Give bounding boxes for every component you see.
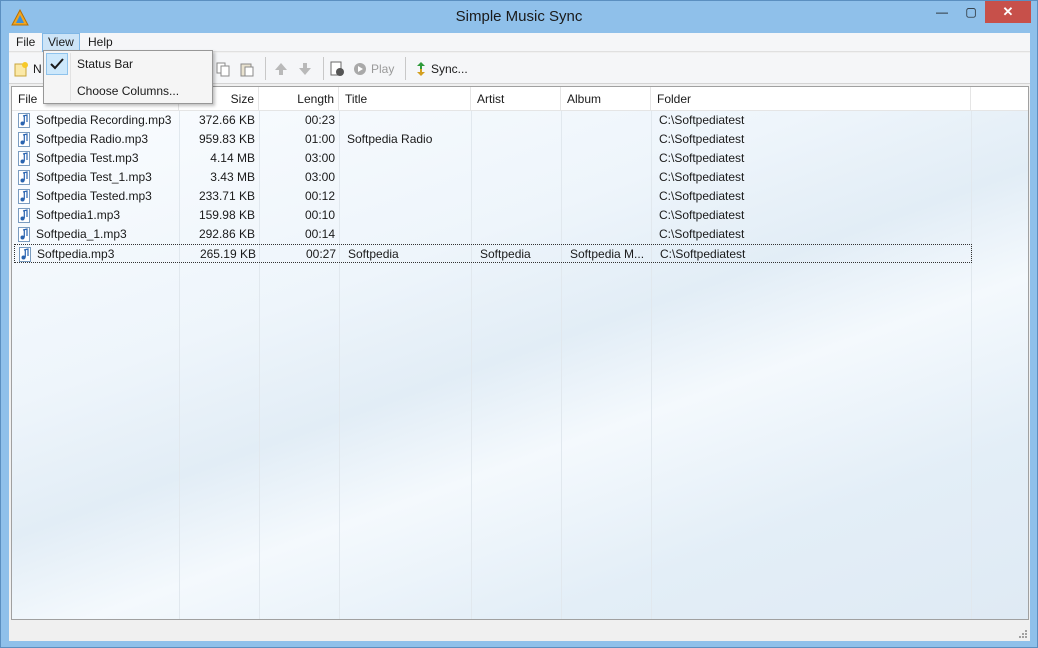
cell-length: 03:00 [304, 151, 335, 165]
toolbar-separator [405, 57, 406, 80]
cell-folder: C:\Softpediatest [659, 132, 745, 146]
paste-button[interactable] [239, 59, 255, 79]
cell-folder: C:\Softpediatest [660, 247, 746, 261]
cell-file: Softpedia1.mp3 [36, 208, 121, 222]
music-file-icon [18, 189, 30, 204]
cell-title: Softpedia Radio [347, 132, 433, 146]
cell-size: 265.19 KB [199, 247, 256, 261]
menu-file[interactable]: File [10, 33, 41, 52]
cell-size: 292.86 KB [198, 227, 255, 241]
play-button-label: Play [371, 62, 395, 76]
arrow-up-icon [275, 63, 287, 75]
table-row[interactable]: Softpedia.mp3 265.19 KB 00:27 Softpedia Soft… [14, 244, 972, 263]
table-row[interactable]: Softpedia Test_1.mp3 3.43 MB 03:00 C:\Softp… [14, 168, 972, 187]
window-title: Simple Music Sync [455, 8, 583, 25]
menu-item-choose-columns[interactable]: Choose Columns... [46, 79, 210, 103]
new-file-icon [14, 62, 28, 77]
cell-folder: C:\Softpediatest [659, 189, 745, 203]
cell-length: 03:00 [304, 170, 335, 184]
checkmark-icon [46, 53, 68, 75]
table-row[interactable]: Softpedia Test.mp3 4.14 MB 03:00 C:\Softped… [14, 149, 972, 168]
new-button[interactable]: N [13, 59, 42, 79]
cell-length: 00:23 [304, 113, 335, 127]
music-file-icon [18, 151, 30, 166]
close-button[interactable]: ✕ [985, 1, 1031, 23]
table-row[interactable]: Softpedia_1.mp3 292.86 KB 00:14 C:\Softpedi… [14, 225, 972, 244]
music-file-icon [18, 132, 30, 147]
cell-size: 4.14 MB [210, 151, 255, 165]
paste-icon [240, 63, 254, 77]
title-bar[interactable]: Simple Music Sync — ▢ ✕ [1, 1, 1037, 33]
menu-item-label: Status Bar [77, 57, 134, 71]
cell-artist: Softpedia [480, 247, 531, 261]
column-header-artist[interactable]: Artist [471, 87, 561, 111]
cell-size: 233.71 KB [198, 189, 255, 203]
menu-item-status-bar[interactable]: Status Bar [46, 52, 210, 76]
cell-file: Softpedia Test.mp3 [36, 151, 139, 165]
client-area: File View Help N Play Sync... File Size … [9, 33, 1030, 641]
status-bar [9, 622, 1030, 641]
cell-album: Softpedia M... [570, 247, 645, 261]
table-row[interactable]: Softpedia1.mp3 159.98 KB 00:10 C:\Softpedia… [14, 206, 972, 225]
cell-size: 959.83 KB [198, 132, 255, 146]
cell-length: 00:14 [304, 227, 335, 241]
maximize-button[interactable]: ▢ [957, 1, 985, 23]
music-file-icon [18, 227, 30, 242]
move-up-button[interactable] [273, 59, 289, 79]
sync-icon [417, 62, 425, 76]
cell-folder: C:\Softpediatest [659, 170, 745, 184]
cell-length: 01:00 [304, 132, 335, 146]
music-file-icon [18, 208, 30, 223]
cell-size: 159.98 KB [198, 208, 255, 222]
cell-folder: C:\Softpediatest [659, 113, 745, 127]
cell-size: 3.43 MB [210, 170, 255, 184]
column-header-folder[interactable]: Folder [651, 87, 971, 111]
cell-length: 00:10 [304, 208, 335, 222]
new-button-label: N [33, 62, 42, 76]
table-row[interactable]: Softpedia Radio.mp3 959.83 KB 01:00 Softped… [14, 130, 972, 149]
column-header-title[interactable]: Title [339, 87, 471, 111]
table-row[interactable]: Softpedia Tested.mp3 233.71 KB 00:12 C:\Sof… [14, 187, 972, 206]
menu-item-label: Choose Columns... [77, 84, 180, 98]
cell-folder: C:\Softpediatest [659, 151, 745, 165]
cell-file: Softpedia.mp3 [37, 247, 115, 261]
cell-length: 00:12 [304, 189, 335, 203]
cell-folder: C:\Softpediatest [659, 227, 745, 241]
sync-button-label: Sync... [431, 62, 468, 76]
table-row[interactable]: Softpedia Recording.mp3 372.66 KB 00:23 C:\… [14, 111, 972, 130]
play-button[interactable]: Play [353, 59, 394, 79]
properties-button[interactable] [329, 59, 345, 79]
file-info-icon [330, 61, 344, 76]
play-icon [354, 63, 366, 75]
app-window: Simple Music Sync — ▢ ✕ File View Help N [0, 0, 1038, 648]
cell-title: Softpedia [348, 247, 399, 261]
move-down-button[interactable] [297, 59, 313, 79]
cell-file: Softpedia Tested.mp3 [36, 189, 152, 203]
toolbar-separator [323, 57, 324, 80]
cell-length: 00:27 [305, 247, 336, 261]
column-header-album[interactable]: Album [561, 87, 651, 111]
resize-grip-icon[interactable] [1018, 629, 1028, 639]
cell-folder: C:\Softpediatest [659, 208, 745, 222]
view-menu-dropdown: Status Bar Choose Columns... [43, 50, 213, 104]
music-file-icon [19, 247, 31, 262]
file-list[interactable]: File Size Length Title Artist Album Fold… [11, 86, 1029, 620]
sync-button[interactable]: Sync... [415, 59, 468, 79]
cell-file: Softpedia Radio.mp3 [36, 132, 149, 146]
cell-file: Softpedia Test_1.mp3 [36, 170, 152, 184]
cell-size: 372.66 KB [198, 113, 255, 127]
copy-icon [216, 62, 230, 77]
music-file-icon [18, 113, 30, 128]
music-file-icon [18, 170, 30, 185]
copy-button[interactable] [215, 59, 231, 79]
toolbar-separator [265, 57, 266, 80]
column-header-length[interactable]: Length [259, 87, 339, 111]
cell-file: Softpedia Recording.mp3 [36, 113, 172, 127]
arrow-down-icon [299, 63, 311, 75]
cell-file: Softpedia_1.mp3 [36, 227, 127, 241]
minimize-button[interactable]: — [929, 1, 955, 23]
